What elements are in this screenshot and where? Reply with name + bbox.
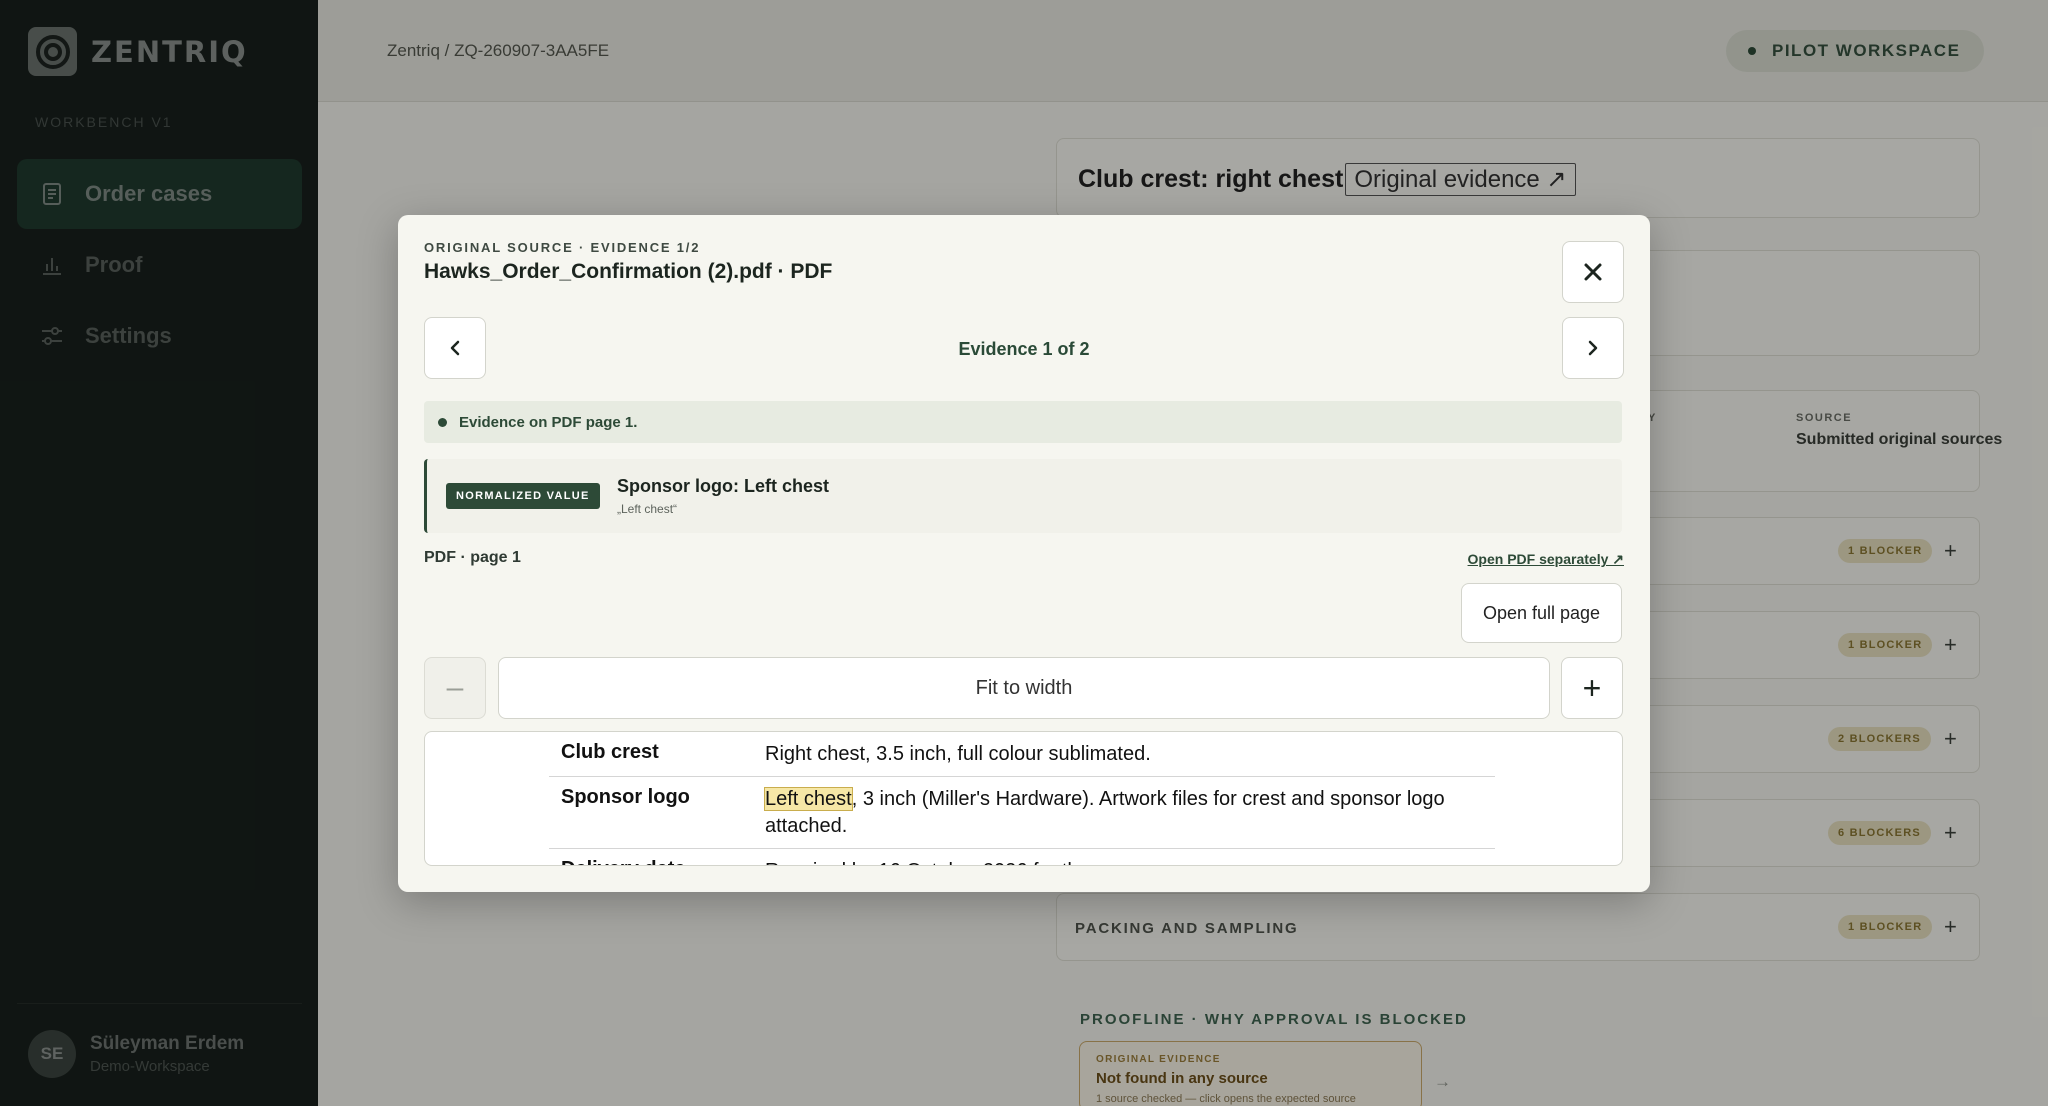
normalized-value-row: NORMALIZED VALUE Sponsor logo: Left ches…	[424, 459, 1622, 533]
table-cell-value: Required by 16 October 2026 for the	[765, 858, 1495, 865]
table-cell-key: Delivery date	[549, 858, 765, 865]
fit-to-width-button[interactable]: Fit to width	[498, 657, 1550, 719]
zoom-out-button[interactable]: –	[424, 657, 486, 719]
evidence-banner-text: Evidence on PDF page 1.	[459, 413, 638, 431]
pdf-viewer[interactable]: Club crest Right chest, 3.5 inch, full c…	[424, 731, 1623, 866]
modal-kicker: ORIGINAL SOURCE · EVIDENCE 1/2	[424, 240, 701, 255]
normalized-value-badge: NORMALIZED VALUE	[446, 483, 600, 509]
table-cell-value: Left chest, 3 inch (Miller's Hardware). …	[764, 786, 1495, 840]
modal-title: Hawks_Order_Confirmation (2).pdf · PDF	[424, 260, 833, 283]
open-full-page-button[interactable]: Open full page	[1461, 583, 1622, 643]
chevron-right-icon	[1588, 340, 1598, 356]
pdf-page-label: PDF · page 1	[424, 549, 521, 566]
close-icon	[1584, 263, 1602, 281]
zoom-in-button[interactable]: +	[1561, 657, 1623, 719]
normalized-value: Sponsor logo: Left chest	[617, 476, 830, 496]
evidence-banner: Evidence on PDF page 1.	[424, 401, 1622, 443]
table-row: Club crest Right chest, 3.5 inch, full c…	[549, 732, 1495, 777]
evidence-modal: ORIGINAL SOURCE · EVIDENCE 1/2 Hawks_Ord…	[398, 215, 1650, 892]
evidence-highlight: Left chest	[764, 787, 853, 811]
open-pdf-link[interactable]: Open PDF separately ↗	[1468, 551, 1624, 568]
table-cell-key: Sponsor logo	[561, 786, 690, 808]
table-row: Sponsor logo Left chest, 3 inch (Miller'…	[549, 777, 1495, 849]
table-row: Delivery date Required by 16 October 202…	[549, 849, 1495, 865]
evidence-counter: Evidence 1 of 2	[958, 339, 1090, 359]
next-evidence-button[interactable]	[1562, 317, 1624, 379]
normalized-quote: „Left chest“	[617, 502, 678, 516]
close-button[interactable]	[1562, 241, 1624, 303]
pdf-table: Club crest Right chest, 3.5 inch, full c…	[549, 732, 1495, 865]
table-cell-value: Right chest, 3.5 inch, full colour subli…	[765, 743, 1151, 765]
status-dot-icon	[438, 417, 447, 427]
table-cell-key: Club crest	[561, 741, 659, 763]
table-cell-value-rest: , 3 inch (Miller's Hardware). Artwork fi…	[765, 788, 1445, 837]
